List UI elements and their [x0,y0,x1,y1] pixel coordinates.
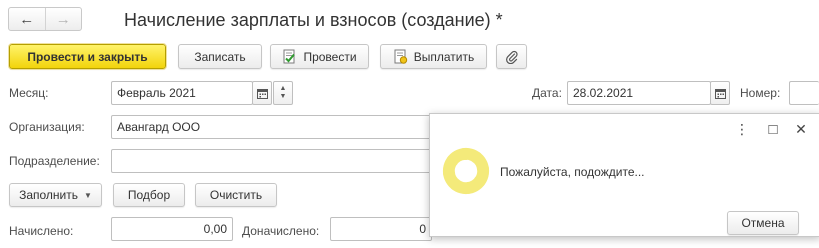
accrued-field[interactable]: 0,00 [111,217,233,241]
post-document-icon [282,49,297,64]
select-button[interactable]: Подбор [113,183,185,207]
attach-button[interactable] [496,44,527,69]
fill-button[interactable]: Заполнить ▼ [9,183,102,207]
date-value: 28.02.2021 [573,86,634,100]
organization-value: Авангард ООО [117,120,201,134]
spin-up-icon[interactable]: ▲ [280,85,287,93]
number-field[interactable] [789,81,819,105]
spin-down-icon[interactable]: ▼ [280,93,287,101]
post-label: Провести [303,49,357,64]
calendar-icon [714,88,726,99]
accrued-label: Начислено: [9,224,74,238]
date-field[interactable]: 28.02.2021 [567,81,711,105]
paperclip-icon [505,50,518,64]
pay-button[interactable]: Выплатить [380,44,487,69]
fill-label: Заполнить [19,188,78,202]
dropdown-caret-icon: ▼ [84,190,92,200]
pay-label: Выплатить [413,49,475,64]
month-calendar-button[interactable] [252,81,272,105]
additional-value: 0 [419,222,426,236]
page-title: Начисление зарплаты и взносов (создание)… [124,10,503,30]
maximize-icon[interactable]: □ [764,120,782,138]
cancel-button[interactable]: Отмена [727,211,799,235]
clear-button[interactable]: Очистить [195,183,277,207]
month-label: Месяц: [9,86,49,100]
cancel-label: Отмена [741,216,785,230]
loading-spinner-icon [442,147,490,195]
wait-message: Пожалуйста, подождите... [500,165,645,179]
date-label: Дата: [532,86,562,100]
back-arrow-icon[interactable]: ← [9,8,45,30]
month-spinner[interactable]: ▲ ▼ [273,81,293,105]
save-button[interactable]: Записать [178,44,262,69]
organization-label: Организация: [9,120,85,134]
date-calendar-button[interactable] [710,81,730,105]
select-label: Подбор [127,188,171,202]
post-and-close-button[interactable]: Провести и закрыть [8,43,167,70]
wait-dialog: ⋮ □ ✕ Пожалуйста, подождите... Отмена [429,113,819,237]
post-and-close-label: Провести и закрыть [27,49,148,64]
month-field[interactable]: Февраль 2021 [111,81,253,105]
month-value: Февраль 2021 [117,86,196,100]
number-label: Номер: [740,86,781,100]
post-button[interactable]: Провести [270,44,369,69]
pay-document-icon [393,49,408,64]
calendar-icon [256,88,268,99]
additional-label: Доначислено: [242,224,320,238]
additional-field[interactable]: 0 [330,217,432,241]
forward-arrow-icon[interactable]: → [44,8,82,30]
nav-arrows: ← → [8,7,82,31]
department-field[interactable] [111,149,436,173]
save-label: Записать [194,49,246,64]
department-label: Подразделение: [9,154,100,168]
clear-label: Очистить [209,188,263,202]
organization-field[interactable]: Авангард ООО [111,115,436,139]
accrued-value: 0,00 [203,222,227,236]
close-icon[interactable]: ✕ [792,120,810,138]
more-menu-icon[interactable]: ⋮ [733,120,751,138]
